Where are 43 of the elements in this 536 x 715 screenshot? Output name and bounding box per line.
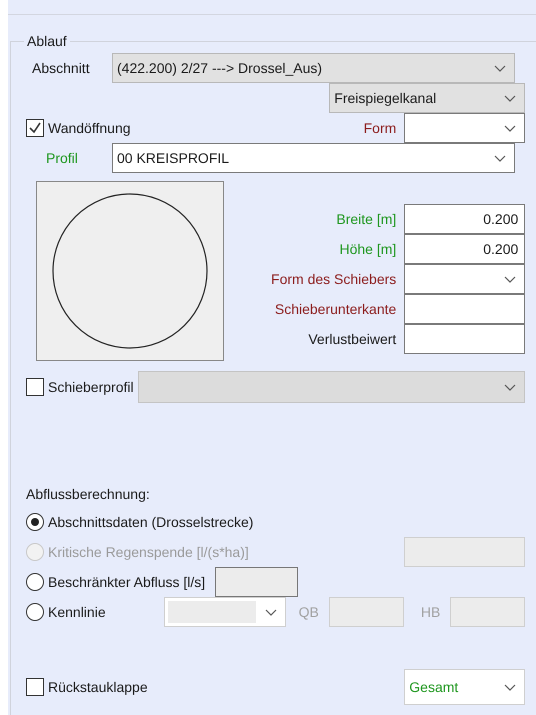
chevron-down-icon — [494, 64, 506, 72]
group-title: Ablauf — [26, 33, 68, 49]
checkbox[interactable] — [26, 378, 44, 396]
radio-button[interactable] — [26, 603, 44, 621]
field-label: Profil — [45, 150, 79, 166]
checkbox-label[interactable]: Schieberprofil — [48, 379, 134, 395]
field-label: HB — [420, 604, 440, 620]
field-label: Schieberunterkante — [274, 301, 396, 317]
input-field[interactable]: 0.200 — [404, 234, 526, 264]
input-field[interactable] — [404, 324, 526, 354]
field-label: Form des Schiebers — [271, 271, 396, 287]
chevron-down-icon — [504, 94, 516, 102]
checkbox-label[interactable]: Rückstauklappe — [48, 679, 148, 695]
section-dropdown[interactable]: (422.200) 2/27 ---> Drossel_Aus) — [112, 53, 515, 83]
input-field[interactable] — [215, 567, 298, 597]
field-label: Form — [364, 120, 396, 136]
chevron-down-icon — [504, 684, 516, 690]
section-heading: Abflussberechnung: — [26, 485, 151, 504]
radio-label[interactable]: Beschränkter Abfluss [l/s] — [48, 574, 206, 590]
channel-type-dropdown[interactable]: Freispiegelkanal — [329, 83, 526, 113]
radio-button[interactable] — [26, 513, 44, 531]
mode-dropdown[interactable]: Gesamt — [404, 669, 526, 705]
radio-label[interactable]: Kennlinie — [48, 604, 106, 620]
field-label: Höhe [m] — [339, 241, 396, 257]
checkbox-label[interactable]: Wandöffnung — [48, 120, 131, 136]
chevron-down-icon — [504, 276, 516, 282]
checkbox[interactable] — [26, 119, 44, 137]
profile-dropdown[interactable]: 00 KREISPROFIL — [112, 143, 515, 173]
chevron-down-icon — [494, 154, 506, 162]
input-field[interactable]: 0.200 — [404, 204, 526, 234]
chevron-down-icon — [504, 384, 516, 390]
input-field[interactable] — [404, 294, 526, 324]
radio-button[interactable] — [26, 573, 44, 591]
field-label: QB — [298, 604, 319, 620]
checkbox[interactable] — [26, 678, 44, 696]
form-dropdown[interactable] — [404, 113, 526, 143]
field-label: Breite [m] — [336, 211, 396, 227]
radio-label[interactable]: Abschnittsdaten (Drosselstrecke) — [48, 514, 254, 530]
dropdown[interactable] — [404, 264, 526, 294]
chevron-down-icon — [264, 608, 277, 616]
field-label: Verlustbeiwert — [308, 331, 396, 347]
chevron-down-icon — [504, 124, 516, 132]
field-label: Abschnitt — [31, 60, 91, 76]
